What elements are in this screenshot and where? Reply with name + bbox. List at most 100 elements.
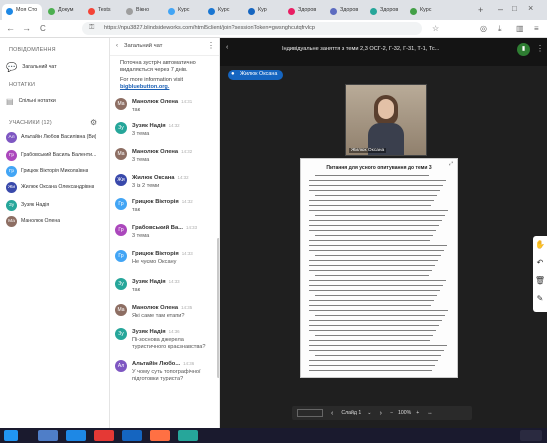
webcam-name-label: Жилюк Оксана	[349, 148, 387, 153]
user-name: Грабовський Василь Валенти...	[21, 152, 97, 158]
user-list-item[interactable]: Жи Жилюк Оксана Олександрівна	[6, 180, 106, 194]
menu-icon[interactable]: ≡	[534, 24, 539, 33]
browser-tab[interactable]: Здоров	[326, 4, 366, 20]
auto-delete-notice: Поточна зустріч автоматично видаляється …	[120, 60, 196, 73]
user-list-item[interactable]: Гр Грабовський Василь Валенти...	[6, 148, 106, 162]
browser-tab[interactable]: Курс	[204, 4, 244, 20]
browser-tab[interactable]: Курс	[406, 4, 446, 20]
settings-menu-icon[interactable]: ⋮	[536, 44, 544, 53]
notes-icon: ▤	[6, 96, 14, 106]
trash-icon[interactable]: 🗑	[533, 272, 547, 290]
slide-selector[interactable]: Слайд 1	[341, 410, 361, 416]
slide-text-line	[309, 260, 438, 262]
forward-icon[interactable]: →	[22, 24, 31, 33]
shield-icon[interactable]: ◎	[480, 24, 487, 33]
browser-tab[interactable]: Докум	[44, 4, 84, 20]
bigbluebutton-link[interactable]: bigbluebutton.org.	[120, 84, 169, 90]
connection-icon[interactable]: ▮	[517, 43, 530, 56]
slide-thumbnail-icon[interactable]	[297, 409, 323, 417]
tab-label: Здоров	[298, 7, 317, 13]
user-list-item[interactable]: Ма Манолюк Олена	[6, 214, 106, 228]
tab-label: Моя Сто	[16, 7, 38, 13]
webcam-video[interactable]: Жилюк Оксана	[345, 84, 427, 156]
slide-text-line	[309, 360, 438, 362]
browser-tab[interactable]: Tests	[84, 4, 124, 20]
message-author: Манолюк Олена 14:32	[132, 149, 192, 155]
tab-favicon-icon	[288, 8, 295, 15]
prev-slide-icon[interactable]: ‹	[331, 410, 333, 417]
chat-message: Гр Грабовський Ва... 14:33 3 тема	[115, 224, 219, 248]
next-slide-icon[interactable]: ›	[380, 410, 382, 417]
meeting-header: ‹ Індивідуальне заняття з теми 2,3 ОСГ-2…	[220, 38, 547, 66]
avatar: Ал	[115, 360, 127, 372]
undo-icon[interactable]: ↶	[533, 254, 547, 272]
word-icon[interactable]	[122, 430, 142, 441]
message-time: 14:32	[177, 175, 189, 180]
address-toolbar: ← → C ⚿ https://npu3827.blindsideworks.c…	[0, 20, 547, 38]
browser-tab[interactable]: Здоров	[366, 4, 406, 20]
library-icon[interactable]: ▥	[516, 24, 524, 33]
message-text: Не чуємо Оксану	[132, 259, 177, 265]
browser-tab[interactable]: Курс	[164, 4, 204, 20]
slide-text-line	[309, 270, 432, 272]
person-face	[378, 99, 394, 119]
message-time: 14:32	[181, 199, 193, 204]
zoom-out-button[interactable]: −	[390, 410, 393, 416]
slide-text-line	[309, 220, 442, 222]
slide-dropdown-icon[interactable]: ⌄	[367, 410, 371, 416]
message-author: Зузяк Надія 14:36	[132, 329, 180, 335]
fullscreen-icon[interactable]: ⤢	[449, 161, 453, 167]
users-section-title: Учасники (12)	[9, 120, 52, 126]
reload-icon[interactable]: C	[40, 24, 46, 33]
firefox-icon[interactable]	[150, 430, 170, 441]
tab-favicon-icon	[330, 8, 337, 15]
pen-icon[interactable]: ✎	[533, 290, 547, 308]
fit-width-icon[interactable]: ↔	[427, 410, 432, 416]
slide-text-line	[315, 195, 437, 197]
author-name: Манолюк Олена	[132, 149, 179, 155]
message-time: 14:31	[181, 99, 193, 104]
tray-app-icon[interactable]	[178, 430, 198, 441]
shared-notes-item[interactable]: ▤ Спільні нотатки	[6, 93, 106, 109]
chat-options-icon[interactable]: ⋮	[207, 41, 215, 50]
presentation-slide[interactable]: Питання для усного опитування до теми 3 …	[300, 158, 458, 378]
tab-favicon-icon	[248, 8, 255, 15]
minimize-icon[interactable]: ‒	[498, 4, 503, 14]
back-icon[interactable]: ←	[6, 24, 15, 33]
chat-message: Гр Грицюк Вікторія 14:33 Не чуємо Оксану	[115, 250, 219, 274]
close-window-icon[interactable]: ×	[528, 3, 533, 13]
tab-label: Tests	[98, 7, 111, 13]
explorer-icon[interactable]	[38, 430, 58, 441]
message-time: 14:36	[183, 361, 195, 366]
browser-tab[interactable]: Здоров	[284, 4, 324, 20]
public-chat-item[interactable]: 💬 Загальний чат	[6, 59, 106, 75]
hand-icon[interactable]: ✋	[533, 236, 547, 254]
slide-text-line	[309, 180, 446, 182]
downloads-icon[interactable]: ⤓	[498, 24, 502, 33]
user-list-item[interactable]: Ал Альтайін Любов Василівна (Ви)	[6, 130, 106, 144]
gear-icon[interactable]: ⚙	[90, 118, 97, 127]
presenter-icon: ●	[231, 71, 235, 77]
slide-text-line	[309, 340, 430, 342]
zoom-in-button[interactable]: +	[416, 410, 419, 416]
app-icon[interactable]	[94, 430, 114, 441]
url-field[interactable]: ⚿ https://npu3827.blindsideworks.com/htm…	[82, 22, 422, 35]
new-tab-icon[interactable]: +	[478, 5, 483, 15]
notes-section-title: Нотатки	[9, 82, 36, 88]
browser-tab[interactable]: Вікно	[122, 4, 162, 20]
chat-panel: ‹ Загальний чат ⋮ Поточна зустріч автома…	[110, 38, 220, 428]
browser-tab[interactable]: Моя Сто	[2, 4, 42, 20]
slide-text-line	[309, 225, 439, 227]
back-to-chat-icon[interactable]: ‹	[226, 44, 228, 51]
start-icon[interactable]	[4, 430, 18, 441]
browser-icon[interactable]	[66, 430, 86, 441]
browser-tab[interactable]: Кур	[244, 4, 284, 20]
user-list-item[interactable]: Зу Зузяк Надія	[6, 198, 106, 212]
bookmark-star-icon[interactable]: ☆	[432, 24, 439, 33]
hide-chat-icon[interactable]: ‹	[116, 43, 118, 49]
slide-title: Питання для усного опитування до теми 3	[326, 165, 432, 171]
slide-text-line	[309, 210, 448, 212]
user-list-item[interactable]: Гр Грицюк Вікторія Миколаївна	[6, 164, 106, 178]
presenter-badge[interactable]: ● Жилюк Оксана	[228, 70, 284, 80]
maximize-icon[interactable]: □	[512, 4, 517, 13]
